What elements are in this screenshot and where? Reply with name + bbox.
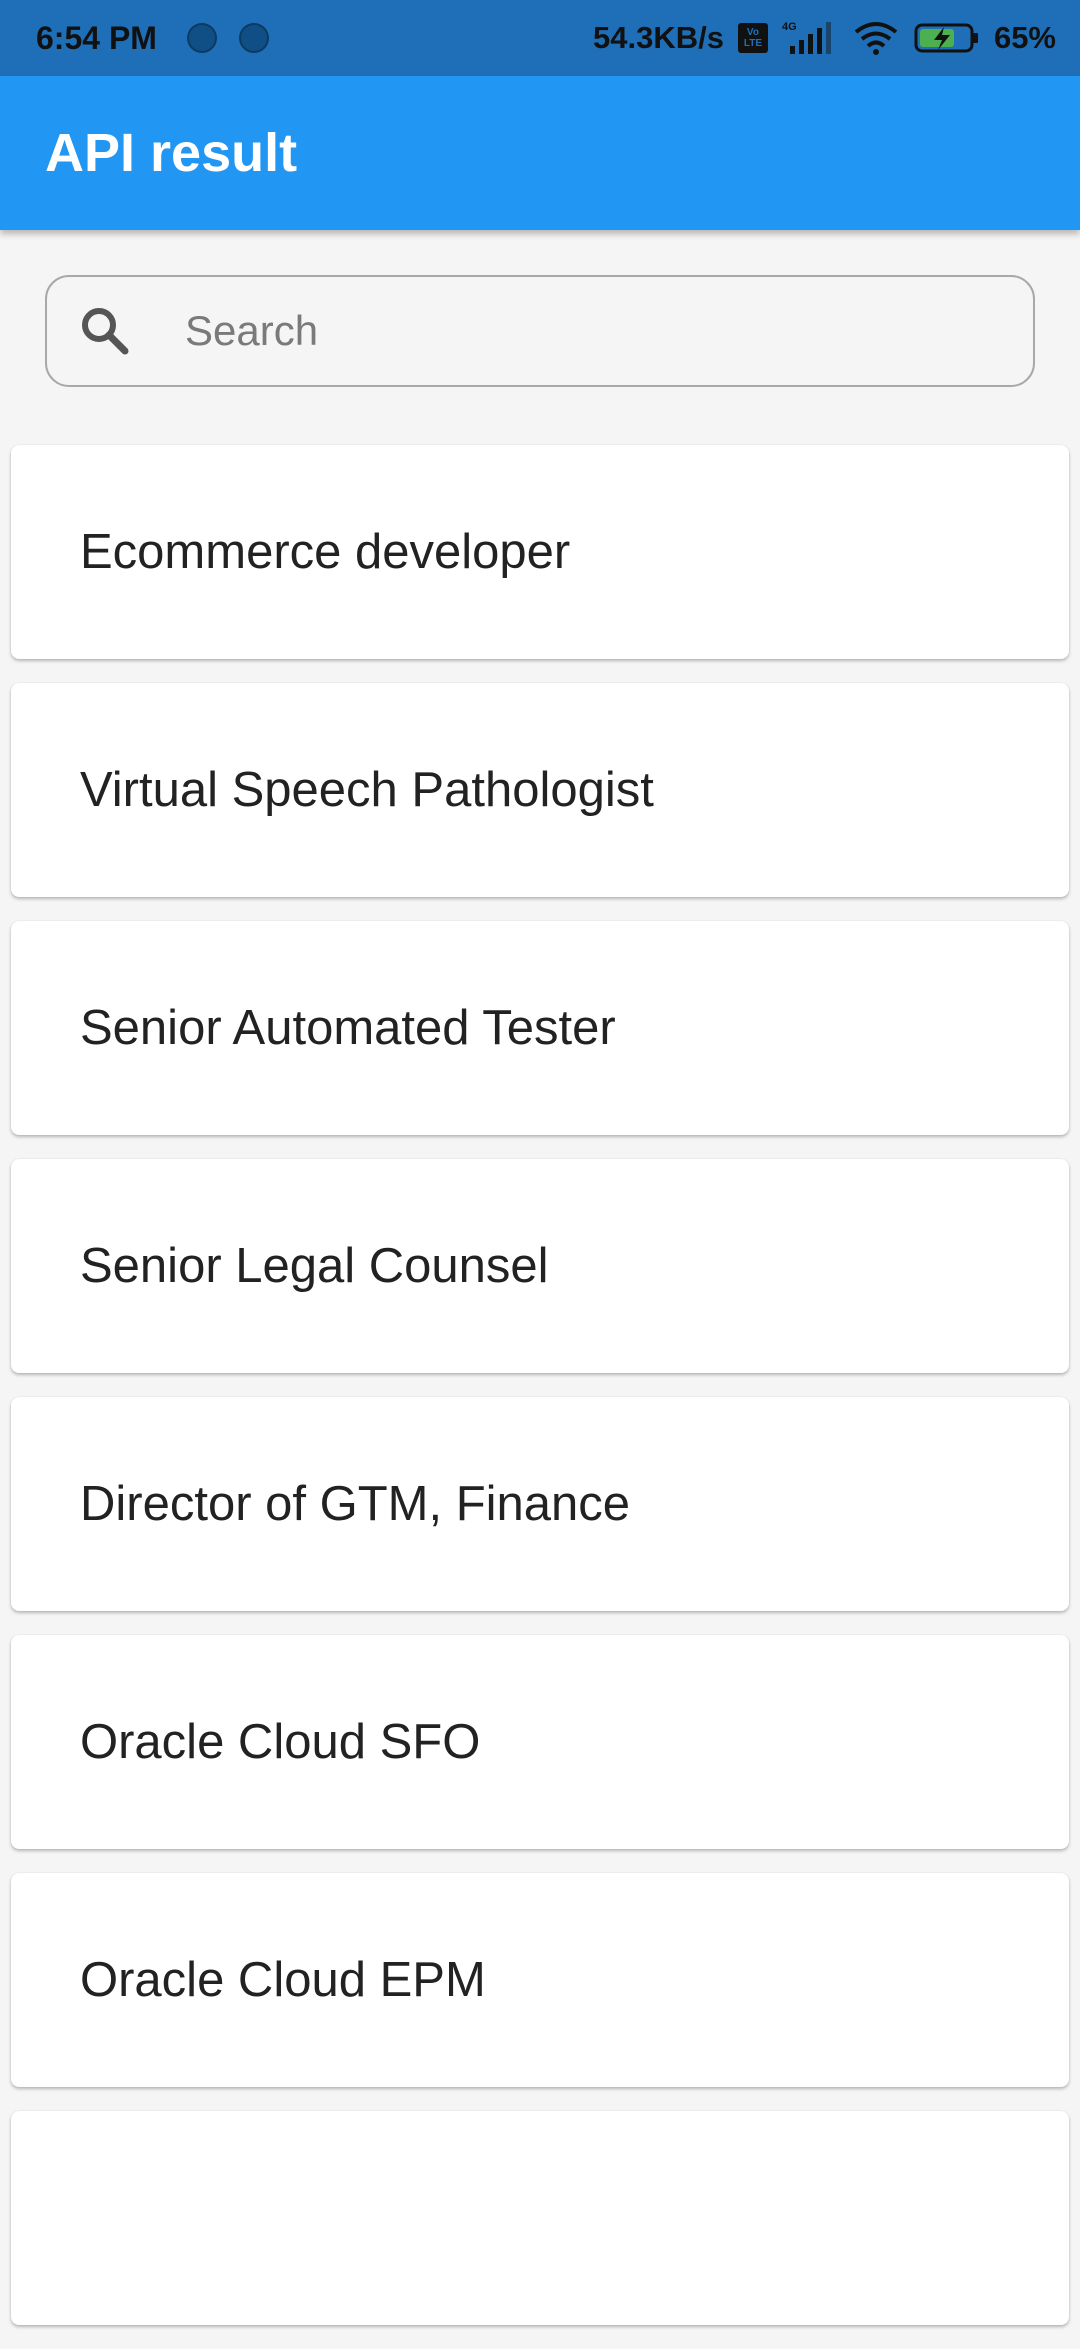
list-item[interactable]: Oracle Cloud EPM <box>11 1873 1069 2087</box>
wifi-icon <box>852 20 900 56</box>
list-item-title: Oracle Cloud EPM <box>80 1953 486 2007</box>
list-item-title: Virtual Speech Pathologist <box>80 763 654 817</box>
notification-dot-icon <box>238 23 269 53</box>
list-item[interactable]: Senior Legal Counsel <box>11 1159 1069 1373</box>
volte-top-label: Vo <box>746 27 759 38</box>
list-item-title: Senior Automated Tester <box>80 1001 616 1055</box>
battery-percent: 65% <box>993 20 1056 55</box>
list-item[interactable] <box>11 2111 1069 2325</box>
signal-icon: 4G <box>782 20 838 56</box>
volte-icon: Vo LTE <box>737 23 768 53</box>
results-list: Ecommerce developer Virtual Speech Patho… <box>11 445 1069 2349</box>
list-item[interactable]: Virtual Speech Pathologist <box>11 683 1069 897</box>
list-item-title: Director of GTM, Finance <box>80 1477 631 1531</box>
list-item-title: Ecommerce developer <box>80 525 571 579</box>
search-input[interactable] <box>183 306 1007 356</box>
notification-dot-icon <box>186 23 217 53</box>
list-item-title: Senior Legal Counsel <box>80 1239 549 1293</box>
search-icon <box>77 303 133 359</box>
status-time: 6:54 PM <box>36 19 157 56</box>
search-field[interactable] <box>45 275 1035 387</box>
list-item[interactable]: Senior Automated Tester <box>11 921 1069 1135</box>
volte-bottom-label: LTE <box>743 38 763 49</box>
app-bar: API result <box>0 76 1080 230</box>
network-speed: 54.3KB/s <box>592 20 724 55</box>
network-type-label: 4G <box>782 21 797 33</box>
status-indicators: 54.3KB/s Vo LTE 4G 65% <box>593 20 1056 56</box>
list-item-title: Oracle Cloud SFO <box>80 1715 481 1769</box>
page-title: API result <box>45 123 298 183</box>
list-item[interactable]: Director of GTM, Finance <box>11 1397 1069 1611</box>
list-item[interactable]: Ecommerce developer <box>11 445 1069 659</box>
list-item[interactable]: Oracle Cloud SFO <box>11 1635 1069 1849</box>
battery-charging-icon <box>914 22 980 54</box>
status-bar: 6:54 PM 54.3KB/s Vo LTE 4G 65% <box>0 0 1080 76</box>
